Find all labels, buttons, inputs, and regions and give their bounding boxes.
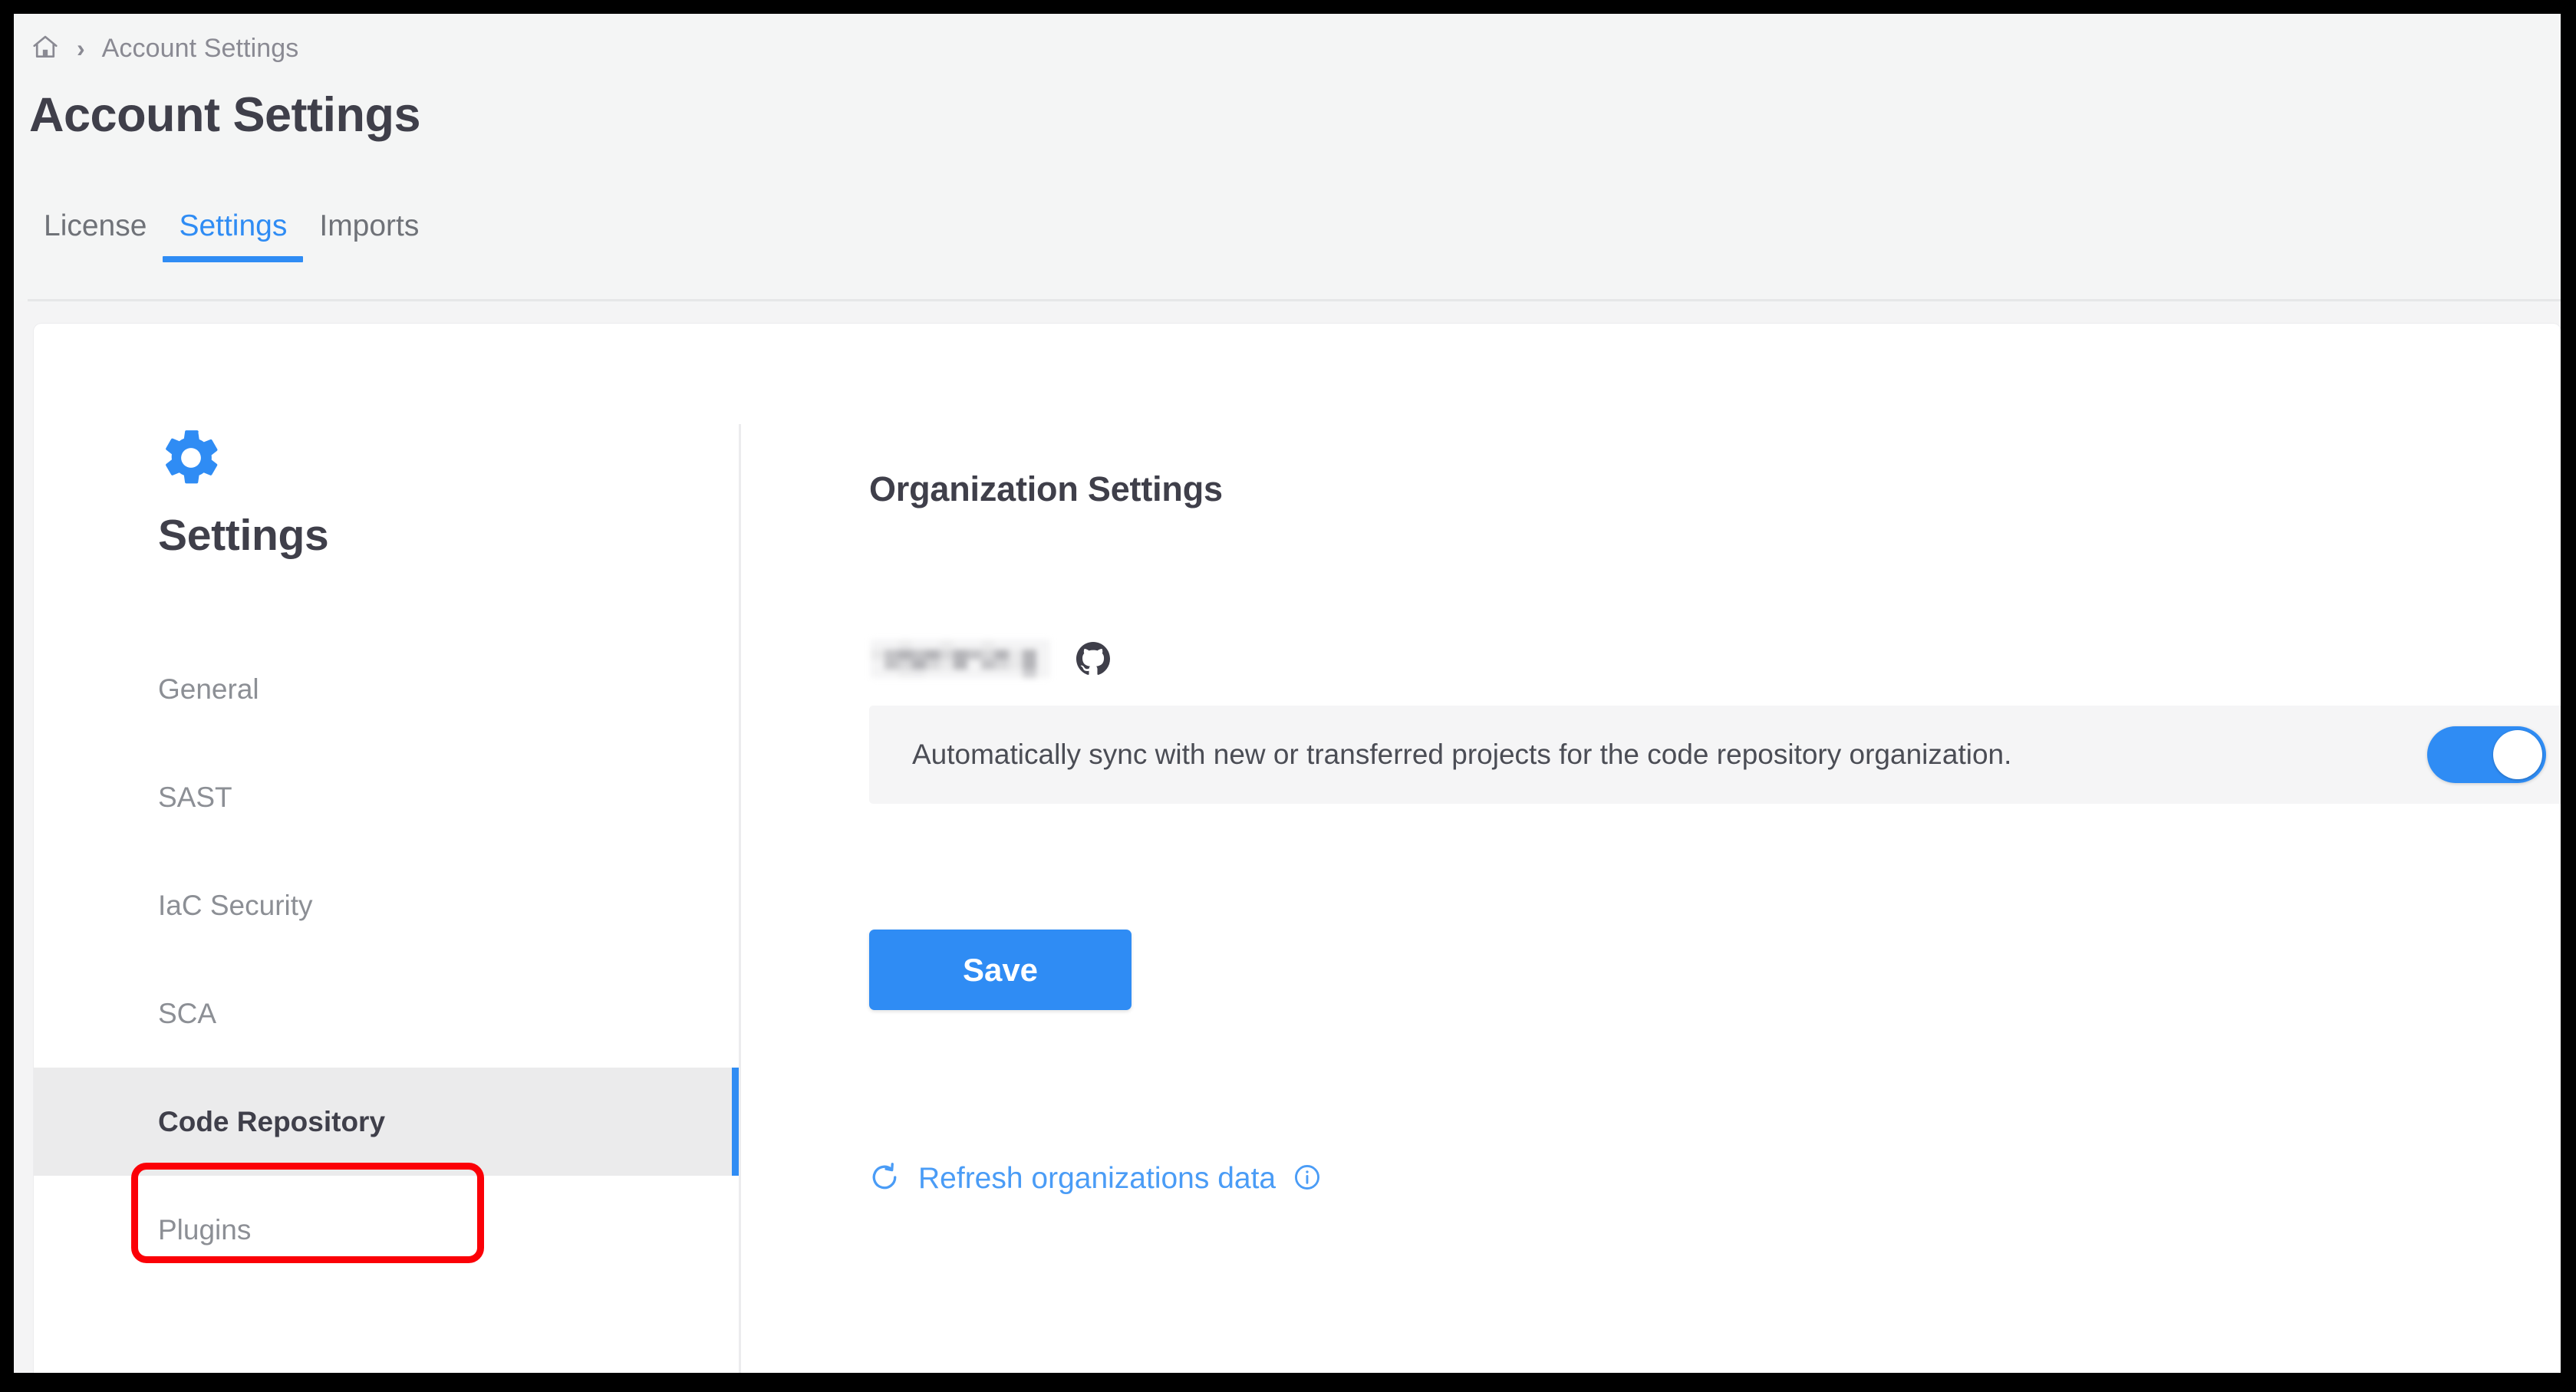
sidebar-item-sast[interactable]: SAST <box>34 743 739 851</box>
organization-row <box>871 635 1110 683</box>
info-icon[interactable] <box>1293 1163 1322 1196</box>
gear-icon <box>158 425 224 491</box>
sidebar-item-plugins[interactable]: Plugins <box>34 1176 739 1284</box>
tab-imports[interactable]: Imports <box>303 204 435 271</box>
app-viewport: › Account Settings Account Settings Lice… <box>14 14 2561 1373</box>
auto-sync-setting-row: Automatically sync with new or transferr… <box>869 706 2561 804</box>
sidebar-item-sca[interactable]: SCA <box>34 959 739 1068</box>
sidebar-item-iac-security[interactable]: IaC Security <box>34 851 739 959</box>
save-button[interactable]: Save <box>869 930 1132 1010</box>
settings-nav-list: General SAST IaC Security SCA Code Repos… <box>34 635 739 1284</box>
tabs-divider <box>28 299 2561 301</box>
organization-name-redacted <box>871 640 1053 678</box>
settings-card: Settings General SAST IaC Security SCA C… <box>34 324 2561 1373</box>
refresh-icon <box>868 1160 901 1198</box>
organization-settings-panel: Organization Settings Automatically sync… <box>739 324 2561 1373</box>
breadcrumb-current[interactable]: Account Settings <box>102 34 299 64</box>
tab-settings[interactable]: Settings <box>163 204 304 271</box>
page-header: › Account Settings Account Settings Lice… <box>14 14 2561 301</box>
tab-bar: License Settings Imports <box>28 204 435 271</box>
settings-sidebar: Settings General SAST IaC Security SCA C… <box>34 324 741 1373</box>
organization-settings-heading: Organization Settings <box>869 469 1223 508</box>
toggle-knob <box>2493 730 2542 779</box>
breadcrumb: › Account Settings <box>31 29 298 67</box>
sidebar-item-code-repository[interactable]: Code Repository <box>34 1068 739 1176</box>
tab-license[interactable]: License <box>28 204 163 271</box>
home-icon[interactable] <box>31 32 60 65</box>
auto-sync-toggle[interactable] <box>2427 726 2546 783</box>
auto-sync-label: Automatically sync with new or transferr… <box>912 739 2012 770</box>
sidebar-item-general[interactable]: General <box>34 635 739 743</box>
page-title: Account Settings <box>29 88 421 142</box>
github-icon <box>1076 642 1110 676</box>
chevron-right-icon: › <box>77 35 85 62</box>
screenshot-frame: › Account Settings Account Settings Lice… <box>0 0 2576 1392</box>
settings-heading: Settings <box>158 511 329 560</box>
refresh-organizations-data-link[interactable]: Refresh organizations data <box>868 1156 1322 1202</box>
refresh-link-label: Refresh organizations data <box>918 1162 1276 1195</box>
